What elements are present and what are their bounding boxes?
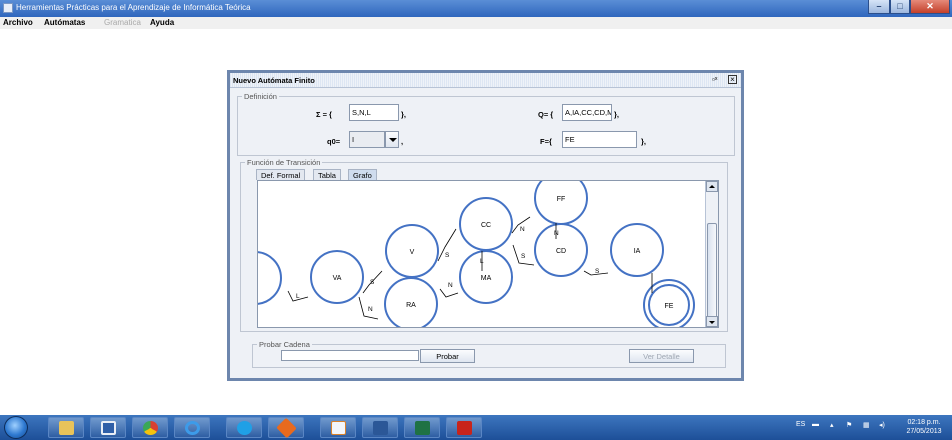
- state-label: FF: [557, 196, 566, 203]
- media-icon: [101, 421, 116, 435]
- java-icon: [331, 421, 346, 435]
- f-close: },: [641, 137, 647, 146]
- transition-label: S: [595, 268, 600, 275]
- volume-icon[interactable]: ◂): [879, 421, 885, 429]
- taskbar-media[interactable]: [90, 417, 126, 438]
- app-icon: [3, 3, 13, 13]
- taskbar-explorer[interactable]: [48, 417, 84, 438]
- state-label: FE: [665, 303, 674, 310]
- definicion-legend: Definición: [242, 92, 279, 101]
- scroll-down-icon[interactable]: [706, 316, 718, 327]
- skype-icon: [237, 421, 252, 435]
- q-label: Q= {: [538, 110, 554, 119]
- tray-clock[interactable]: 02:18 p.m. 27/05/2013: [899, 418, 949, 436]
- automata-graph: VA V RA CC MA FF CD IA FE L S N S N L N …: [258, 181, 695, 327]
- app-titlebar: Herramientas Prácticas para el Aprendiza…: [0, 0, 952, 17]
- tray-time: 02:18 p.m.: [907, 419, 941, 426]
- transition-label: S: [521, 253, 526, 260]
- menu-bar: Archivo Autómatas Gramatica Ayuda: [0, 17, 952, 29]
- q0-label: q0=: [327, 137, 341, 146]
- maximize-button[interactable]: □: [890, 0, 910, 14]
- ie-icon: [185, 421, 200, 435]
- flag-icon[interactable]: ⚑: [846, 421, 852, 429]
- menu-automatas[interactable]: Autómatas: [44, 18, 85, 27]
- dialog-titlebar[interactable]: Nuevo Autómata Finito ▫ˣ ×: [230, 73, 741, 88]
- taskbar-java[interactable]: [320, 417, 356, 438]
- tab-grafo[interactable]: Grafo: [348, 169, 377, 180]
- transition-label: S: [370, 279, 375, 286]
- state-label: V: [410, 249, 415, 256]
- excel-icon: [415, 421, 430, 435]
- cadena-input[interactable]: [281, 350, 419, 361]
- transition-label: N: [368, 306, 373, 313]
- network-icon[interactable]: ▦: [863, 421, 870, 429]
- taskbar-skype[interactable]: [226, 417, 262, 438]
- menu-gramatica[interactable]: Gramatica: [104, 18, 141, 27]
- tray-date: 27/05/2013: [906, 428, 942, 435]
- start-button[interactable]: [4, 416, 28, 439]
- scroll-up-icon[interactable]: [706, 181, 718, 192]
- taskbar-chrome[interactable]: [132, 417, 168, 438]
- menu-ayuda[interactable]: Ayuda: [150, 18, 174, 27]
- f-input[interactable]: FE: [562, 131, 637, 148]
- state-partial: [258, 251, 282, 305]
- q-close: },: [614, 110, 620, 119]
- sigma-input[interactable]: S,N,L: [349, 104, 399, 121]
- transition-edge: [439, 288, 459, 298]
- definicion-group: Definición: [237, 92, 735, 156]
- restore-icon[interactable]: ▫ˣ: [712, 76, 721, 84]
- tray-language[interactable]: ES: [796, 421, 805, 428]
- word-icon: [373, 421, 388, 435]
- scroll-thumb[interactable]: [707, 223, 717, 321]
- state-label: RA: [406, 302, 416, 309]
- graph-scrollbar[interactable]: [705, 181, 718, 327]
- close-button[interactable]: ✕: [910, 0, 950, 14]
- taskbar-app-orange[interactable]: [268, 417, 304, 439]
- q0-select[interactable]: I: [349, 131, 385, 148]
- q-input[interactable]: A,IA,CC,CD,MA,RA,I: [562, 104, 612, 121]
- transition-label: N: [520, 226, 525, 233]
- taskbar: ES ▬ ▴ ⚑ ▦ ◂) 02:18 p.m. 27/05/2013: [0, 415, 952, 440]
- maximize-icon: □: [897, 1, 903, 11]
- state-label: IA: [634, 248, 641, 255]
- state-label: MA: [481, 275, 492, 282]
- keyboard-icon[interactable]: ▬: [812, 421, 819, 428]
- menu-archivo[interactable]: Archivo: [3, 18, 33, 27]
- tray-arrow-icon[interactable]: ▴: [830, 421, 834, 429]
- state-label: VA: [333, 275, 342, 282]
- tab-tabla[interactable]: Tabla: [313, 169, 341, 180]
- dialog-title: Nuevo Autómata Finito: [233, 76, 315, 85]
- probar-button[interactable]: Probar: [420, 349, 475, 363]
- chevron-down-icon[interactable]: [385, 131, 399, 148]
- app-orange-icon: [276, 417, 297, 439]
- graph-canvas[interactable]: VA V RA CC MA FF CD IA FE L S N S N L N …: [257, 180, 719, 328]
- taskbar-ie[interactable]: [174, 417, 210, 438]
- acrobat-icon: [457, 421, 472, 435]
- transition-label: S: [445, 252, 450, 259]
- transition-label: N: [448, 282, 453, 289]
- minimize-button[interactable]: –: [868, 0, 890, 14]
- q0-close: ,: [401, 137, 404, 146]
- app-title: Herramientas Prácticas para el Aprendiza…: [16, 3, 251, 12]
- close-icon: ✕: [926, 1, 934, 11]
- sigma-close: },: [401, 110, 407, 119]
- sigma-label: Σ = {: [316, 110, 332, 119]
- tab-def-formal[interactable]: Def. Formal: [256, 169, 306, 180]
- chrome-icon: [143, 421, 158, 435]
- ver-detalle-button[interactable]: Ver Detalle: [629, 349, 694, 363]
- taskbar-word[interactable]: [362, 417, 398, 438]
- taskbar-excel[interactable]: [404, 417, 440, 438]
- funcion-legend: Función de Transición: [245, 158, 323, 167]
- taskbar-acrobat[interactable]: [446, 417, 482, 438]
- probar-legend: Probar Cadena: [257, 340, 312, 349]
- transition-label: N: [554, 230, 559, 237]
- state-label: CC: [481, 222, 491, 229]
- state-label: CD: [556, 248, 566, 255]
- folder-icon: [59, 421, 74, 435]
- transition-label: L: [480, 258, 484, 265]
- f-label: F={: [540, 137, 552, 146]
- minimize-icon: –: [876, 1, 882, 11]
- dialog-close-icon[interactable]: ×: [728, 75, 737, 84]
- transition-label: L: [296, 293, 300, 300]
